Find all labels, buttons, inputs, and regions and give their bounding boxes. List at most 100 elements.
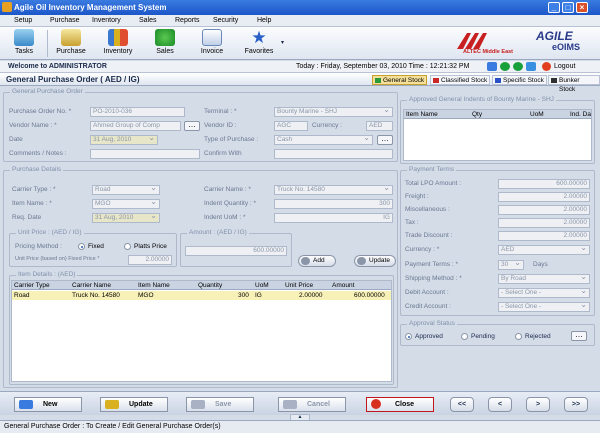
menu-security[interactable]: Security (213, 17, 238, 24)
item-grid-header: Carrier Type Carrier Name Item Name Quan… (12, 281, 391, 290)
maximize-button[interactable]: □ (562, 2, 574, 13)
indents-col-qty: Qty (472, 111, 483, 118)
sales-button[interactable]: Sales (143, 29, 187, 58)
col-unit-price: Unit Price (285, 282, 314, 289)
forward-icon[interactable] (513, 62, 523, 71)
pending-radio[interactable] (461, 333, 468, 340)
add-button[interactable]: Add (298, 255, 336, 267)
fixed-price-field[interactable]: 2.00000 (128, 255, 172, 265)
trade-discount-field[interactable]: 2.00000 (498, 231, 590, 241)
logout-icon[interactable] (542, 62, 551, 71)
close-button[interactable]: Close (366, 397, 434, 412)
tax-field[interactable]: 2.00000 (498, 218, 590, 228)
menu-inventory[interactable]: Inventory (92, 17, 121, 24)
comments-field[interactable] (90, 149, 200, 159)
item-details-group: Item Details : (AED) Carrier Type Carrie… (9, 271, 394, 385)
favorites-dropdown-icon[interactable]: ▾ (281, 39, 284, 46)
unit-price-group: Unit Price : (AED / IG) Pricing Method :… (9, 229, 177, 267)
table-row[interactable]: Road Truck No. 14580 MGO 300 IG 2.00000 … (12, 291, 391, 300)
back-icon[interactable] (500, 62, 510, 71)
bunker-stock-label: Bunker Stock (559, 77, 580, 93)
terminal-select[interactable]: Bounty Marine - SHJ (274, 107, 393, 117)
update-button[interactable]: Update (100, 397, 168, 412)
carrier-name-label: Carrier Name : * (204, 186, 251, 193)
invoice-button[interactable]: Invoice (190, 29, 234, 58)
status-bar: General Purchase Order : To Create / Edi… (0, 420, 600, 433)
first-record-button[interactable]: << (450, 397, 474, 412)
classified-stock-swatch (433, 78, 439, 83)
logout-link[interactable]: Logout (554, 63, 575, 70)
currency-label: Currency : (312, 122, 342, 129)
vendor-name-field[interactable]: Ahmed Group of Comp (90, 121, 181, 131)
carrier-name-select[interactable]: Truck No. 14580 (274, 185, 393, 195)
terms-currency-select[interactable]: AED (498, 245, 590, 255)
save-label: Save (215, 401, 232, 408)
menu-sales[interactable]: Sales (139, 17, 157, 24)
vendor-lookup-button[interactable]: … (184, 121, 200, 131)
currency-field[interactable]: AED (366, 121, 393, 131)
approved-radio[interactable] (405, 333, 412, 340)
agile-logo-text: AGILE (536, 29, 573, 43)
tasks-button[interactable]: Tasks (2, 29, 46, 58)
total-lpo-label: Total LPO Amount : (405, 180, 462, 187)
type-lookup-button[interactable]: … (377, 135, 393, 145)
item-name-select[interactable]: MGO (92, 199, 160, 209)
cell-quantity: 300 (238, 292, 249, 299)
total-lpo-field[interactable]: 600.00000 (498, 179, 590, 189)
unit-price-title: Unit Price : (AED / IG) (16, 229, 84, 236)
date-picker[interactable]: 31 Aug, 2010 (90, 135, 158, 145)
menu-reports[interactable]: Reports (175, 17, 200, 24)
new-button[interactable]: New (14, 397, 82, 412)
platts-radio[interactable] (124, 243, 131, 250)
payment-days-select[interactable]: 30 (498, 260, 524, 270)
amount-field[interactable]: 600.00000 (185, 246, 287, 256)
update-item-button[interactable]: Update (354, 255, 396, 267)
tab-general-stock[interactable]: General Stock (372, 75, 428, 85)
menu-purchase[interactable]: Purchase (50, 17, 80, 24)
bunker-stock-swatch (551, 78, 557, 83)
purchase-button[interactable]: Purchase (49, 29, 93, 58)
indent-qty-field[interactable]: 300 (274, 199, 393, 209)
last-record-button[interactable]: >> (564, 397, 588, 412)
indent-uom-field[interactable]: IG (274, 213, 393, 223)
eoims-logo: AGILE eOIMS (530, 28, 600, 60)
req-date-picker[interactable]: 31 Aug, 2010 (92, 213, 160, 223)
tab-classified-stock[interactable]: Classified Stock (430, 75, 491, 85)
refresh-icon[interactable] (526, 62, 536, 71)
indents-grid[interactable]: Item Name Qty UoM Ind. Da (403, 109, 592, 161)
favorites-button[interactable]: ★ Favorites (237, 29, 281, 58)
specific-stock-label: Specific Stock (503, 77, 544, 84)
fixed-radio[interactable] (78, 243, 85, 250)
debit-select[interactable]: - Select One - (498, 288, 590, 298)
prev-record-button[interactable]: < (488, 397, 512, 412)
po-no-field[interactable]: PO-2010-036 (90, 107, 185, 117)
approval-status-title: Approval Status (407, 320, 457, 327)
save-button[interactable]: Save (186, 397, 254, 412)
freight-field[interactable]: 2.00000 (498, 192, 590, 202)
rejected-radio[interactable] (515, 333, 522, 340)
favorites-label: Favorites (244, 48, 274, 55)
confirm-with-field[interactable] (274, 149, 393, 159)
next-record-button[interactable]: > (526, 397, 550, 412)
close-window-button[interactable]: × (576, 2, 588, 13)
minimize-button[interactable]: _ (548, 2, 560, 13)
menu-help[interactable]: Help (257, 17, 271, 24)
tab-bunker-stock[interactable]: Bunker Stock (548, 75, 600, 93)
cancel-button[interactable]: Cancel (278, 397, 346, 412)
update-item-icon (357, 257, 366, 265)
item-details-grid[interactable]: Carrier Type Carrier Name Item Name Quan… (11, 280, 392, 382)
approval-lookup-button[interactable]: … (571, 331, 587, 341)
specific-stock-swatch (495, 78, 501, 83)
tab-specific-stock[interactable]: Specific Stock (492, 75, 547, 85)
menu-setup[interactable]: Setup (14, 17, 32, 24)
misc-field[interactable]: 2.00000 (498, 205, 590, 215)
shipping-select[interactable]: By Road (498, 274, 590, 284)
credit-select[interactable]: - Select One - (498, 302, 590, 312)
carrier-type-select[interactable]: Road (92, 185, 160, 195)
home-icon[interactable] (487, 62, 497, 71)
inventory-button[interactable]: Inventory (96, 29, 140, 58)
close-label: Close (395, 401, 415, 408)
type-of-purchase-select[interactable]: Cash (274, 135, 373, 145)
window-title: Agile Oil Inventory Management System (14, 3, 167, 12)
vendor-id-field[interactable]: AGC (274, 121, 308, 131)
